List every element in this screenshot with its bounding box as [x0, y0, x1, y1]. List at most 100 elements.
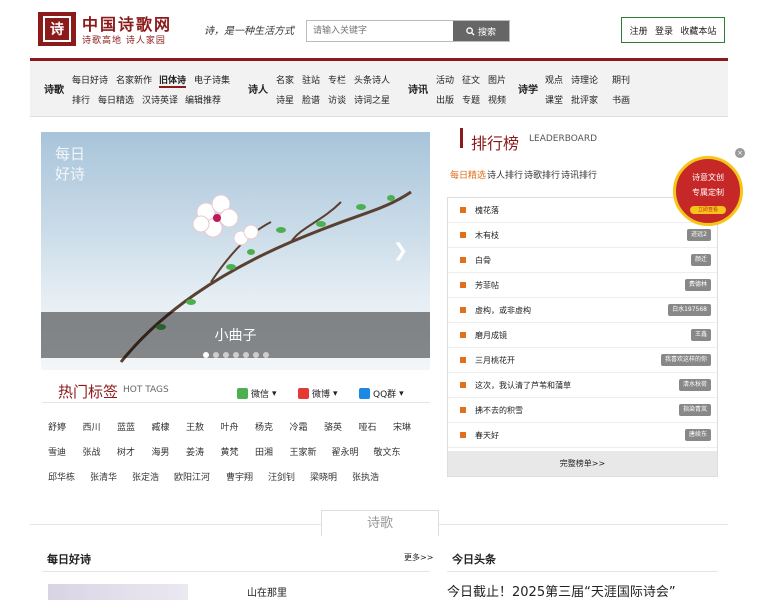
nav-item[interactable]: 诗理论: [571, 73, 598, 86]
leaderboard-item-author[interactable]: 迹远2: [687, 229, 711, 241]
login-link[interactable]: 登录: [655, 24, 673, 37]
hot-tag[interactable]: 雪迪: [48, 445, 66, 458]
nav-item[interactable]: 观点: [545, 73, 563, 86]
leaderboard-item-title[interactable]: 拂不去的积雪: [475, 405, 523, 416]
leaderboard-item-title[interactable]: 三月桃花开: [475, 355, 515, 366]
nav-item[interactable]: 期刊: [612, 73, 630, 86]
close-icon[interactable]: ×: [735, 148, 745, 158]
leaderboard-item-title[interactable]: 春天好: [475, 430, 499, 441]
leaderboard-more-link[interactable]: 完整榜单>>: [448, 451, 717, 476]
hot-tag[interactable]: 张清华: [90, 470, 117, 483]
hot-tag[interactable]: 张战: [83, 445, 101, 458]
nav-item[interactable]: 排行: [72, 93, 90, 106]
slider-caption[interactable]: 小曲子: [41, 325, 430, 345]
leaderboard-item-title[interactable]: 这次，我认清了芦苇和蒲草: [475, 380, 571, 391]
slider-dot[interactable]: [213, 352, 219, 358]
leaderboard-item-title[interactable]: 槐花落: [475, 205, 499, 216]
slider-dot[interactable]: [263, 352, 269, 358]
nav-item[interactable]: 征文: [462, 73, 480, 86]
hot-tag[interactable]: 哑石: [359, 420, 377, 433]
nav-item[interactable]: 诗星: [276, 93, 294, 106]
leaderboard-row[interactable]: 虚构，或非虚构 白水197568: [448, 298, 717, 323]
leaderboard-row[interactable]: 拂不去的积雪 指染青岚: [448, 398, 717, 423]
nav-item[interactable]: 活动: [436, 73, 454, 86]
leaderboard-row[interactable]: 白骨 颜迁: [448, 248, 717, 273]
hot-tag[interactable]: 杨克: [255, 420, 273, 433]
search-button[interactable]: 搜索: [453, 21, 509, 41]
nav-item[interactable]: 出版: [436, 93, 454, 106]
nav-item[interactable]: 课堂: [545, 93, 563, 106]
daily-poem-link[interactable]: 山在那里: [247, 584, 287, 599]
leaderboard-item-title[interactable]: 虚构，或非虚构: [475, 305, 531, 316]
leaderboard-item-author[interactable]: 白水197568: [668, 304, 711, 316]
hot-tag[interactable]: 敬文东: [374, 445, 401, 458]
slider-dot[interactable]: [253, 352, 259, 358]
leaderboard-item-author[interactable]: 清水秋荷: [678, 379, 711, 391]
share-weibo[interactable]: 微博 ▾: [298, 387, 338, 400]
nav-item[interactable]: 专题: [462, 93, 480, 106]
hot-tag[interactable]: 西川: [83, 420, 101, 433]
leaderboard-row[interactable]: 磨月成镜 王鑫: [448, 323, 717, 348]
hot-tag[interactable]: 舒婷: [48, 420, 66, 433]
nav-item-active[interactable]: 旧体诗: [159, 73, 187, 88]
leaderboard-row[interactable]: 这次，我认清了芦苇和蒲草 清水秋荷: [448, 373, 717, 398]
share-wechat[interactable]: 微信 ▾: [237, 387, 277, 400]
tab-poet-rank[interactable]: 诗人排行: [487, 168, 523, 181]
section-tab-poetry[interactable]: 诗歌: [321, 510, 439, 536]
leaderboard-item-title[interactable]: 木有枝: [475, 230, 499, 241]
nav-item[interactable]: 书画: [612, 93, 630, 106]
nav-item[interactable]: 视频: [488, 93, 506, 106]
nav-item[interactable]: 名家: [276, 73, 294, 86]
nav-head-poets[interactable]: 诗人: [248, 81, 268, 96]
nav-item[interactable]: 编辑推荐: [185, 93, 221, 106]
leaderboard-item-title[interactable]: 白骨: [475, 255, 491, 266]
leaderboard-item-title[interactable]: 芳菲帖: [475, 280, 499, 291]
leaderboard-row[interactable]: 春天好 唐续东: [448, 423, 717, 448]
slider-next-icon[interactable]: ❯: [393, 240, 408, 261]
nav-item[interactable]: 每日精选: [98, 93, 134, 106]
tab-poem-rank[interactable]: 诗歌排行: [524, 168, 560, 181]
nav-item[interactable]: 电子诗集: [194, 73, 230, 86]
hot-tag[interactable]: 田湘: [255, 445, 273, 458]
slider-dot[interactable]: [233, 352, 239, 358]
hot-tag[interactable]: 黄梵: [221, 445, 239, 458]
hot-tag[interactable]: 汪剑钊: [268, 470, 295, 483]
slider-dot[interactable]: [203, 352, 209, 358]
nav-item[interactable]: 脸谱: [302, 93, 320, 106]
featured-slider[interactable]: 每日 好诗 小曲子 ❯: [41, 132, 430, 370]
nav-item[interactable]: 访谈: [328, 93, 346, 106]
hot-tag[interactable]: 树才: [117, 445, 135, 458]
leaderboard-item-author[interactable]: 我喜欢这样的你: [660, 354, 711, 366]
register-link[interactable]: 注册: [630, 24, 648, 37]
nav-item[interactable]: 批评家: [571, 93, 598, 106]
leaderboard-row[interactable]: 三月桃花开 我喜欢这样的你: [448, 348, 717, 373]
daily-poem-thumbnail[interactable]: [48, 584, 188, 600]
leaderboard-item-author[interactable]: 指染青岚: [678, 404, 711, 416]
hot-tag[interactable]: 翟永明: [332, 445, 359, 458]
hot-tag[interactable]: 叶舟: [221, 420, 239, 433]
share-qq[interactable]: QQ群 ▾: [359, 387, 404, 400]
hot-tag[interactable]: 臧棣: [152, 420, 170, 433]
hot-tag[interactable]: 王敖: [186, 420, 204, 433]
leaderboard-item-title[interactable]: 磨月成镜: [475, 330, 507, 341]
leaderboard-item-author[interactable]: 王鑫: [690, 329, 711, 341]
leaderboard-row[interactable]: 木有枝 迹远2: [448, 223, 717, 248]
hot-tag[interactable]: 曹宇翔: [226, 470, 253, 483]
hot-tag[interactable]: 蓝蓝: [117, 420, 135, 433]
favorite-link[interactable]: 收藏本站: [680, 24, 716, 37]
nav-head-news[interactable]: 诗讯: [408, 81, 428, 96]
nav-item[interactable]: 驻站: [302, 73, 320, 86]
leaderboard-row[interactable]: 芳菲帖 费德林: [448, 273, 717, 298]
nav-head-poetry[interactable]: 诗歌: [44, 81, 64, 96]
hot-tag[interactable]: 海男: [152, 445, 170, 458]
hot-tag[interactable]: 张执浩: [352, 470, 379, 483]
nav-item[interactable]: 专栏: [328, 73, 346, 86]
hot-tag[interactable]: 欧阳江河: [174, 470, 210, 483]
tab-news-rank[interactable]: 诗讯排行: [561, 168, 597, 181]
hot-tag[interactable]: 张定浩: [132, 470, 159, 483]
hot-tag[interactable]: 梁晓明: [310, 470, 337, 483]
headline-link[interactable]: 今日截止！2025第三届“天涯国际诗会”: [447, 581, 676, 600]
hot-tag[interactable]: 骆英: [324, 420, 342, 433]
hot-tag[interactable]: 王家新: [290, 445, 317, 458]
nav-item[interactable]: 诗词之星: [354, 93, 390, 106]
